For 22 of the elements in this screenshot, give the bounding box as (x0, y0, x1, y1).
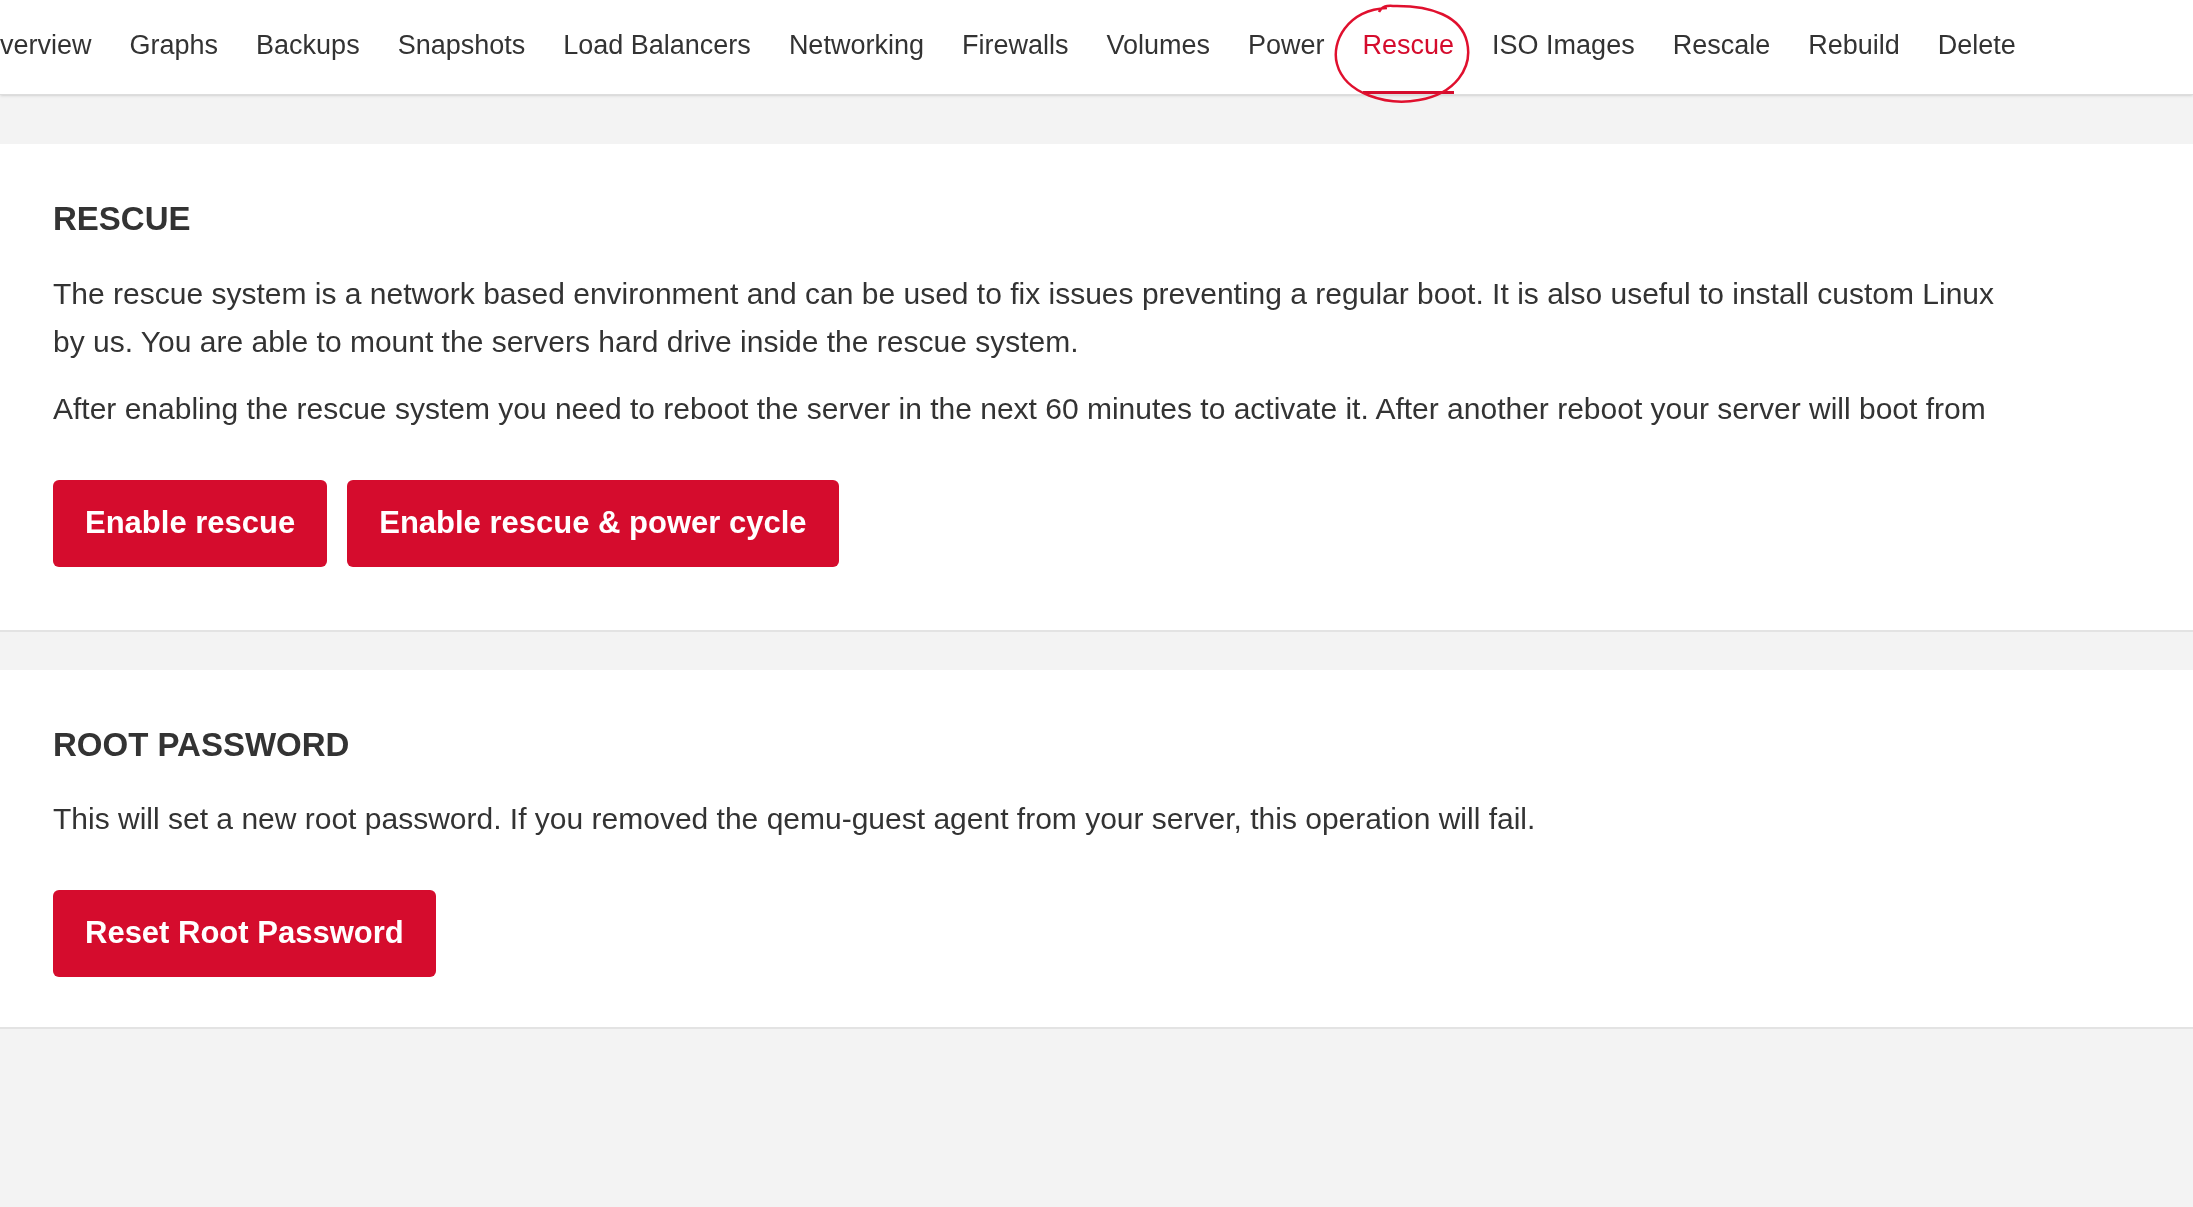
tab[interactable]: Backups (256, 0, 360, 94)
tab[interactable]: Rescue (1362, 0, 1455, 94)
tab[interactable]: Rescale (1672, 0, 1771, 94)
tab[interactable]: Power (1248, 0, 1325, 94)
tab[interactable]: Snapshots (397, 0, 526, 94)
action-button[interactable]: Enable rescue (53, 479, 328, 567)
tab[interactable]: verview (0, 0, 92, 94)
description-text: The rescue system is a network based environment and can be used to fix issues preventing a regular boot. It is also useful to install custom Linux by us. You are able to mount the servers hard drive inside the rescue system. (53, 275, 1995, 360)
section-title: ROOT PASSWORD (53, 724, 351, 765)
description-text: After enabling the rescue system you need to reboot the server in the next 60 minutes to activate it. After another reboot your server will boot from (53, 390, 1986, 427)
action-button[interactable]: Enable rescue & power cycle (347, 479, 839, 567)
tab[interactable]: Delete (1937, 0, 2016, 94)
tab[interactable]: Networking (788, 0, 924, 94)
tab[interactable]: Firewalls (961, 0, 1069, 94)
tab[interactable]: Graphs (129, 0, 219, 94)
tab[interactable]: ISO Images (1492, 0, 1635, 94)
tab[interactable]: Load Balancers (563, 0, 751, 94)
section-title: RESCUE (53, 199, 192, 239)
action-button[interactable]: Reset Root Password (53, 890, 436, 977)
description-text: This will set a new root password. If you removed the qemu-guest agent from your server, this operation will fail. (53, 801, 1536, 837)
tab[interactable]: Volumes (1106, 0, 1210, 94)
tab[interactable]: Rebuild (1808, 0, 1900, 94)
